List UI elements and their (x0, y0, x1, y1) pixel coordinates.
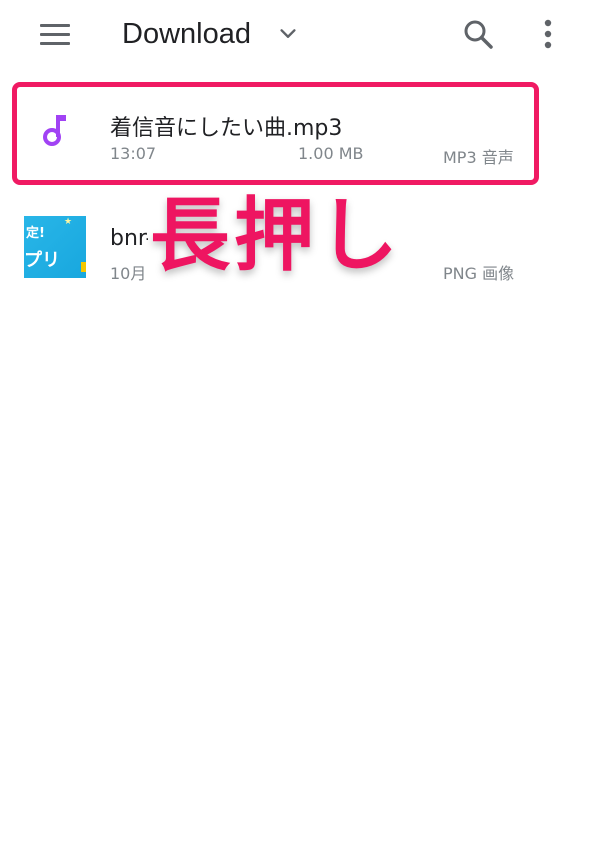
file-list-screen: Download 着信音にしたい曲.mp3 13:07 1.00 MB MP3 … (0, 0, 600, 843)
file-name: bnr- (110, 226, 154, 251)
file-type: PNG 画像 (443, 264, 515, 283)
file-date: 10月 (110, 264, 147, 283)
file-name: 着信音にしたい曲.mp3 (110, 116, 343, 141)
search-icon[interactable] (462, 18, 494, 50)
file-type: MP3 音声 (443, 148, 514, 167)
file-time: 13:07 (110, 144, 157, 163)
file-size: 1.00 MB (298, 144, 364, 163)
page-title: Download (122, 17, 251, 50)
long-press-annotation: 長押し (145, 189, 403, 282)
more-vert-icon[interactable] (538, 18, 558, 50)
thumbnail-accent (81, 262, 86, 272)
thumbnail-text-top: 定! (26, 226, 45, 241)
chevron-down-icon (280, 29, 296, 38)
menu-icon[interactable] (40, 22, 70, 46)
file-type-icon (24, 98, 86, 160)
sparkle-icon: ★ (64, 217, 73, 227)
app-bar: Download (0, 0, 600, 70)
music-note-icon (43, 115, 66, 146)
file-row-mp3[interactable]: 着信音にしたい曲.mp3 13:07 1.00 MB MP3 音声 (0, 82, 600, 192)
thumbnail-text-bottom: プリ (24, 250, 60, 271)
image-thumbnail: 定! ★ プリ (24, 216, 86, 278)
folder-selector[interactable]: Download (122, 14, 299, 54)
